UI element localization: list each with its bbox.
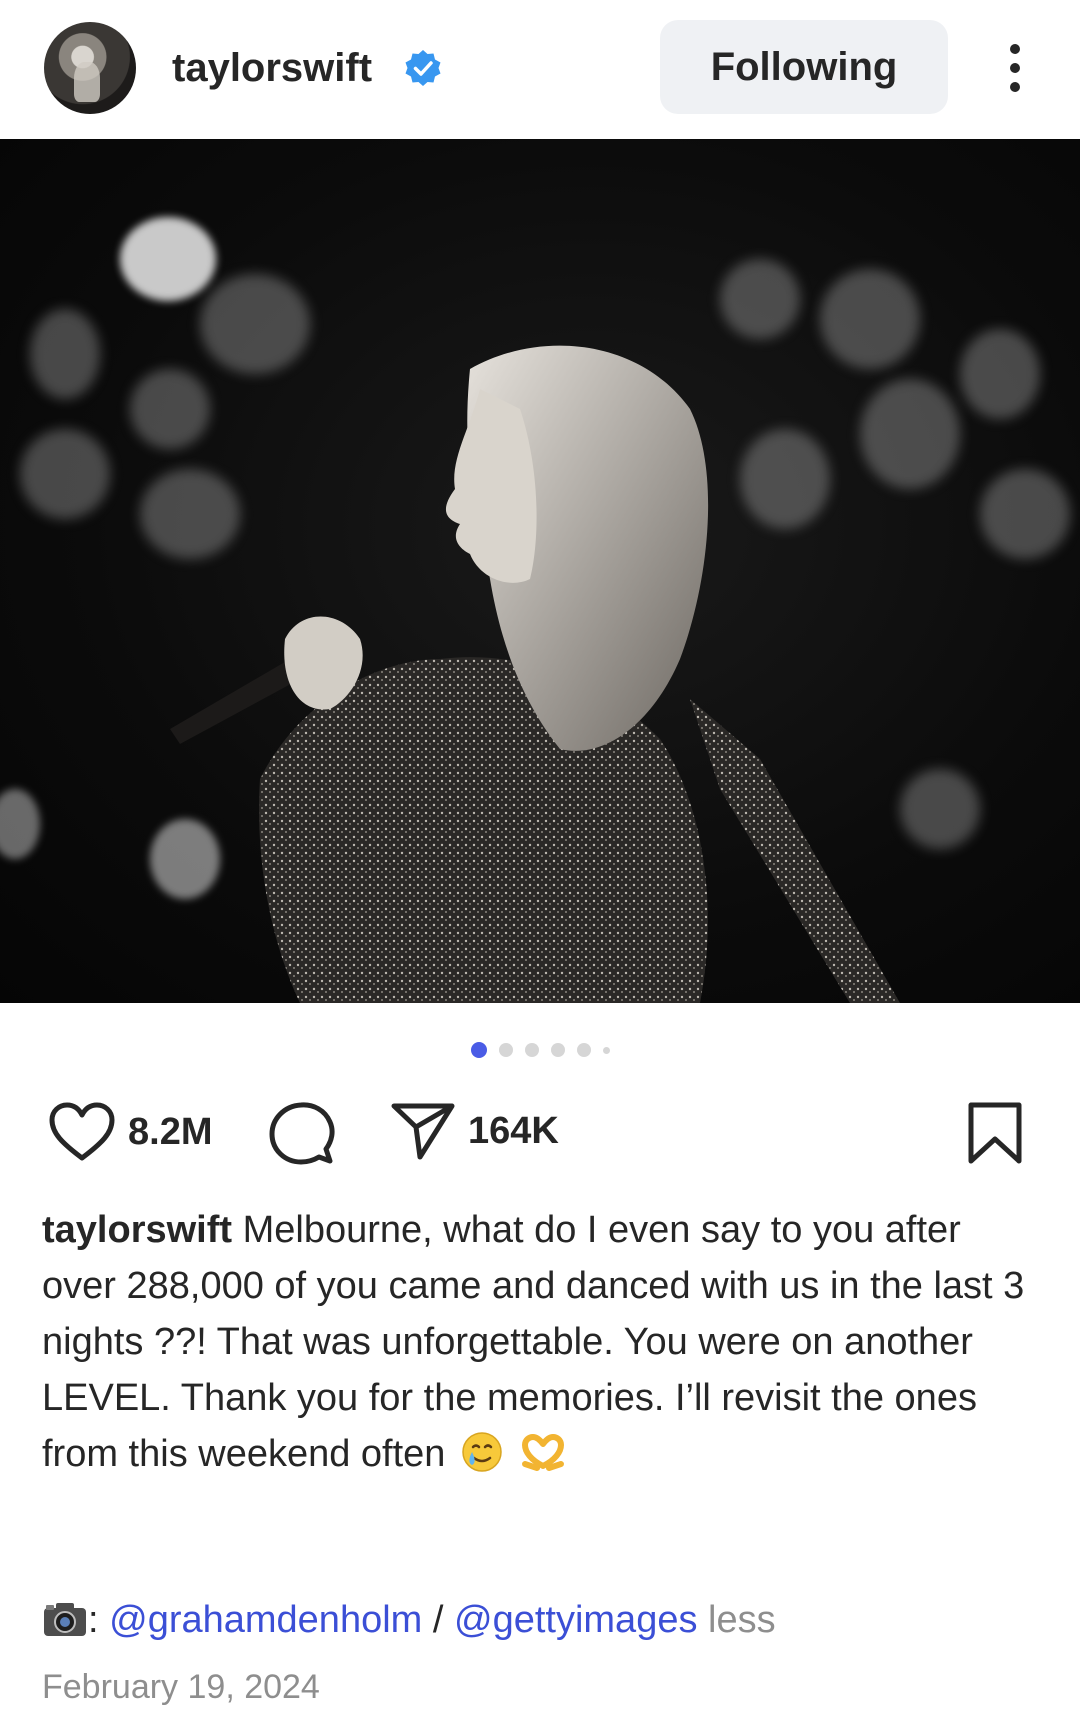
header-username[interactable]: taylorswift	[172, 42, 372, 94]
comment-icon	[269, 1102, 335, 1165]
heart-icon	[49, 1102, 115, 1161]
more-vertical-icon[interactable]	[998, 40, 1032, 96]
performer-silhouette	[170, 345, 900, 1003]
credits-separator: /	[422, 1599, 454, 1641]
avatar[interactable]	[44, 22, 136, 114]
send-icon	[391, 1103, 455, 1160]
action-bar: 8.2M 164K	[0, 1095, 1080, 1175]
bookmark-icon	[968, 1102, 1022, 1164]
carousel-dot-active	[470, 1042, 487, 1058]
more-dot	[1010, 44, 1020, 54]
post-caption: taylorswift Melbourne, what do I even sa…	[42, 1202, 1042, 1482]
caption-username[interactable]: taylorswift	[42, 1209, 232, 1251]
more-dot	[1010, 63, 1020, 73]
carousel-dot	[602, 1046, 610, 1054]
crying-smile-emoji-icon	[462, 1432, 502, 1472]
like-count: 8.2M	[128, 1110, 213, 1153]
verified-badge-icon	[405, 50, 441, 86]
mention-grahamdenholm[interactable]: @grahamdenholm	[109, 1599, 422, 1641]
credits-prefix: :	[88, 1599, 99, 1641]
following-button[interactable]: Following	[660, 20, 948, 114]
mention-gettyimages[interactable]: @gettyimages	[454, 1599, 697, 1641]
share-count: 164K	[468, 1109, 559, 1152]
carousel-dot	[498, 1043, 513, 1057]
post-photo[interactable]	[0, 139, 1080, 1003]
carousel-dot	[576, 1043, 591, 1057]
less-link[interactable]: less	[708, 1599, 776, 1641]
save-button[interactable]	[966, 1101, 1024, 1165]
carousel-dot	[524, 1043, 539, 1057]
heart-hands-emoji-icon	[521, 1434, 564, 1471]
post-header: taylorswift Following	[0, 0, 1080, 139]
camera-icon	[44, 1603, 86, 1636]
carousel-indicator	[0, 1040, 1080, 1060]
post-date: February 19, 2024	[42, 1668, 320, 1706]
share-button[interactable]: 164K	[390, 1101, 559, 1161]
carousel-dot	[550, 1043, 565, 1057]
photo-credits: : @grahamdenholm / @gettyimages less	[42, 1592, 776, 1648]
like-button[interactable]: 8.2M	[48, 1101, 212, 1163]
more-dot	[1010, 82, 1020, 92]
comment-button[interactable]	[268, 1101, 336, 1167]
